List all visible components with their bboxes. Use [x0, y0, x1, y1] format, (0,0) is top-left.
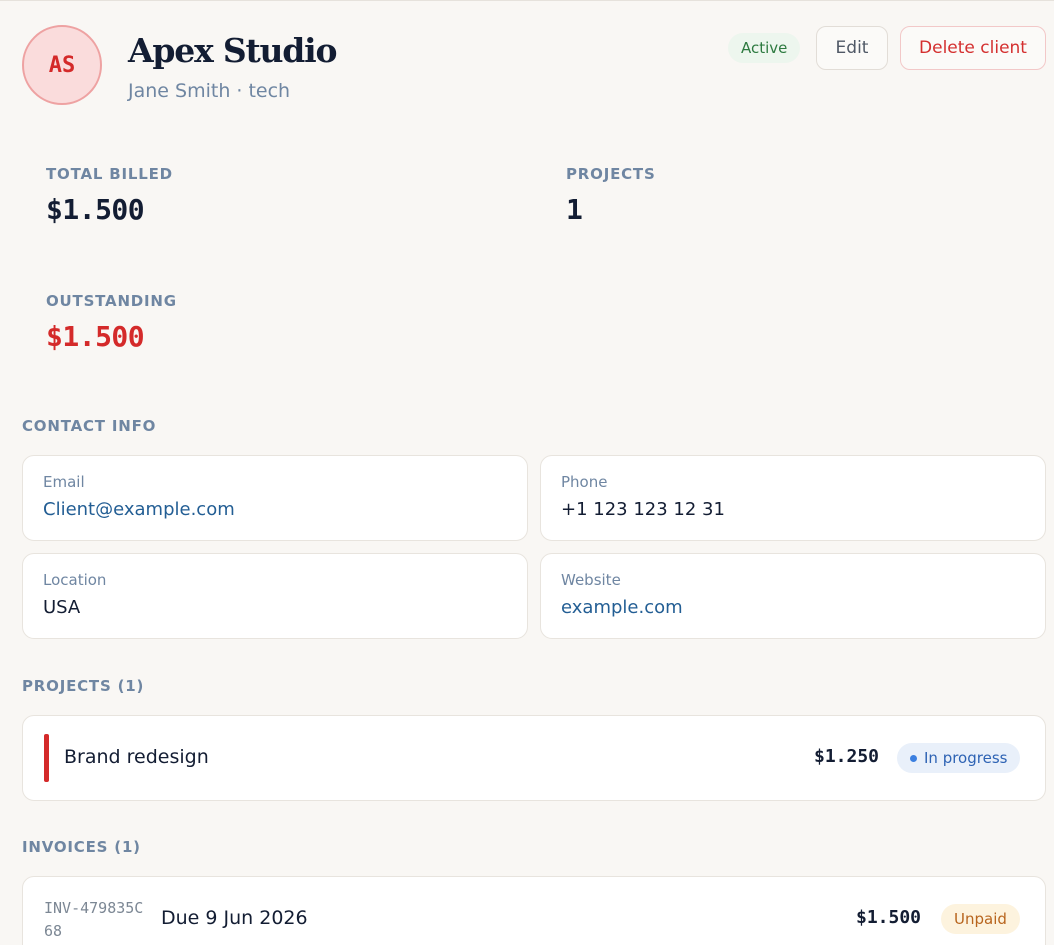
email-link[interactable]: Client@example.com [43, 499, 527, 520]
stat-outstanding: OUTSTANDING $1.500 [46, 292, 177, 353]
project-amount: $1.250 [814, 746, 880, 767]
invoice-status-badge: Unpaid [941, 904, 1020, 934]
invoice-due-date: Due 9 Jun 2026 [161, 907, 308, 929]
location-label: Location [43, 571, 107, 589]
email-label: Email [43, 473, 85, 491]
stat-value: 1 [566, 193, 583, 226]
contact-location-card: Location USA [22, 553, 528, 639]
projects-title: PROJECTS (1) [22, 677, 145, 695]
website-label: Website [561, 571, 621, 589]
client-header: AS Apex Studio Jane Smith · tech Active … [22, 25, 1046, 109]
stat-value: $1.500 [46, 320, 145, 353]
project-color-bar [44, 734, 49, 782]
project-status-label: In progress [924, 749, 1008, 767]
stat-value: $1.500 [46, 193, 145, 226]
contact-phone-card: Phone +1 123 123 12 31 [540, 455, 1046, 541]
stat-projects: PROJECTS 1 [566, 165, 656, 226]
project-row[interactable]: Brand redesign $1.250 In progress [22, 715, 1046, 801]
invoice-row[interactable]: INV-479835C68 Due 9 Jun 2026 $1.500 Unpa… [22, 876, 1046, 945]
contact-email-card: Email Client@example.com [22, 455, 528, 541]
invoice-amount: $1.500 [856, 907, 922, 928]
phone-value: +1 123 123 12 31 [561, 499, 725, 520]
client-subtitle: Jane Smith · tech [128, 80, 291, 102]
stat-label: PROJECTS [566, 165, 656, 183]
delete-client-button[interactable]: Delete client [900, 26, 1046, 70]
page-title: Apex Studio [128, 31, 338, 70]
project-status-badge: In progress [897, 743, 1021, 773]
stat-label: TOTAL BILLED [46, 165, 173, 183]
contact-info-title: CONTACT INFO [22, 417, 157, 435]
website-link[interactable]: example.com [561, 597, 1045, 618]
phone-label: Phone [561, 473, 608, 491]
invoices-title: INVOICES (1) [22, 838, 141, 856]
status-badge: Active [728, 33, 801, 63]
project-name: Brand redesign [64, 746, 209, 768]
status-dot-icon [910, 754, 917, 762]
stat-total-billed: TOTAL BILLED $1.500 [46, 165, 173, 226]
edit-button[interactable]: Edit [816, 26, 888, 70]
location-value: USA [43, 597, 81, 618]
avatar: AS [22, 25, 102, 105]
contact-website-card: Website example.com [540, 553, 1046, 639]
invoice-id: INV-479835C68 [44, 899, 144, 940]
stat-label: OUTSTANDING [46, 292, 177, 310]
